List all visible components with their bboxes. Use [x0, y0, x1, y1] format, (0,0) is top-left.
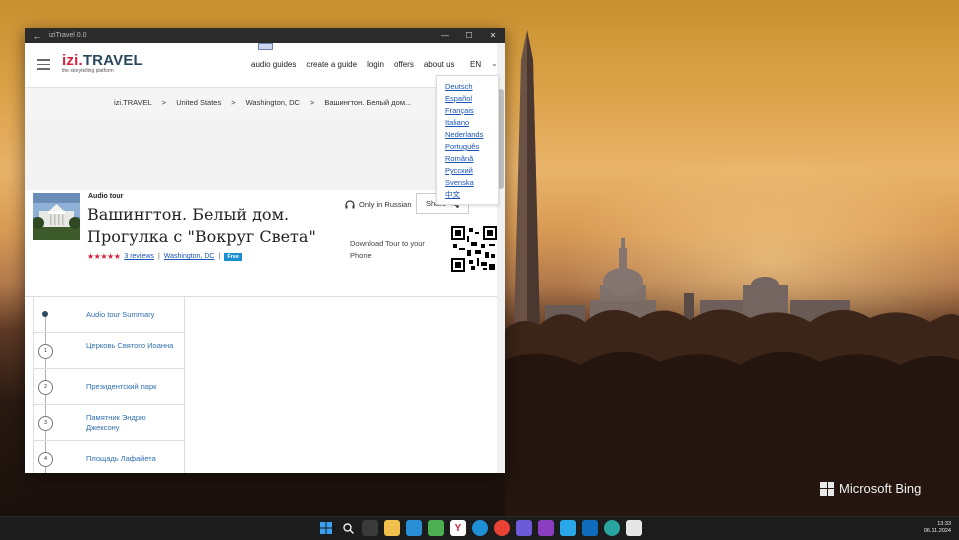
reviews-link[interactable]: 3 reviews	[124, 253, 154, 260]
task-view-icon[interactable]	[362, 520, 378, 536]
language-note-text: Only in Russian	[359, 200, 412, 209]
lang-option-svenska[interactable]: Svenska	[445, 177, 498, 189]
izi-travel-app-icon[interactable]	[626, 520, 642, 536]
list-item[interactable]: 2 Президентский парк	[34, 369, 184, 405]
outlook-icon[interactable]	[582, 520, 598, 536]
free-badge: Free	[224, 252, 242, 261]
stop-label: Церковь Святого Иоанна	[86, 341, 174, 350]
stop-label: Audio tour Summary	[86, 310, 155, 319]
tour-content: Audio tour Summary 1 Церковь Святого Иоа…	[25, 297, 497, 473]
site-header: izi.TRAVEL the storytelling platform aud…	[25, 43, 498, 87]
close-icon[interactable]: ✕	[481, 31, 505, 40]
lang-option-nederlands[interactable]: Nederlands	[445, 129, 498, 141]
maximize-icon[interactable]: ☐	[457, 31, 481, 40]
globe-app-icon[interactable]	[604, 520, 620, 536]
file-explorer-icon[interactable]	[384, 520, 400, 536]
visual-studio-icon[interactable]	[538, 520, 554, 536]
bing-logo-icon	[820, 481, 834, 496]
language-selector[interactable]: EN	[470, 60, 481, 69]
list-item[interactable]: 3 Памятник Эндрю Джексону	[34, 405, 184, 441]
yandex-browser-icon[interactable]: Y	[450, 520, 466, 536]
taskbar: Y 13:33 06.11.2024	[0, 516, 959, 540]
window-title: iziTravel 0.0	[49, 32, 87, 39]
tour-header: Audio tour Вашингтон. Белый дом. Прогулк…	[25, 190, 497, 297]
app-window: ← iziTravel 0.0 — ☐ ✕ izi.TRAVEL the sto…	[25, 28, 505, 473]
tour-type-label: Audio tour	[88, 193, 124, 200]
breadcrumb-item[interactable]: izi.TRAVEL	[114, 98, 152, 107]
stop-number: 4	[38, 452, 53, 467]
title-bar: ← iziTravel 0.0 — ☐ ✕	[25, 28, 505, 43]
main-nav: audio guides create a guide login offers…	[251, 60, 455, 69]
app-icon[interactable]	[428, 520, 444, 536]
telegram-icon[interactable]	[560, 520, 576, 536]
breadcrumb-item[interactable]: Washington, DC	[246, 98, 300, 107]
list-item[interactable]: Audio tour Summary	[34, 297, 184, 333]
logo-izi: izi	[62, 52, 79, 69]
separator: |	[157, 253, 160, 260]
stop-number: 1	[38, 344, 53, 359]
windows-start-icon[interactable]	[318, 520, 334, 536]
list-item[interactable]: 4 Площадь Лафайета	[34, 441, 184, 473]
breadcrumb-separator: >	[309, 98, 315, 107]
breadcrumb-bar: izi.TRAVEL > United States > Washington,…	[25, 87, 497, 119]
stop-number: 3	[38, 416, 53, 431]
lang-option-deutsch[interactable]: Deutsch	[445, 81, 498, 93]
rating-row: ★★★★★ 3 reviews | Washington, DC | Free	[87, 252, 242, 261]
bing-watermark-text: Microsoft Bing	[839, 481, 922, 496]
breadcrumb-item[interactable]: United States	[176, 98, 221, 107]
summary-dot	[42, 311, 48, 317]
clock-date: 06.11.2024	[923, 528, 951, 534]
minimize-icon[interactable]: —	[433, 31, 457, 40]
stop-number: 2	[38, 380, 53, 395]
back-arrow-icon[interactable]: ←	[25, 31, 49, 41]
banner-placeholder	[25, 118, 497, 190]
language-note: Only in Russian	[345, 200, 412, 209]
hamburger-menu-icon[interactable]	[37, 59, 50, 73]
lang-option-russian[interactable]: Русский	[445, 165, 498, 177]
lang-option-romana[interactable]: Română	[445, 153, 498, 165]
star-rating: ★★★★★	[87, 252, 121, 261]
nav-create-guide[interactable]: create a guide	[306, 60, 357, 69]
stop-label: Президентский парк	[86, 382, 157, 391]
stop-label: Памятник Эндрю Джексону	[86, 413, 146, 432]
lang-option-portugues[interactable]: Português	[445, 141, 498, 153]
nav-about-us[interactable]: about us	[424, 60, 455, 69]
headphones-icon	[345, 200, 355, 209]
edge-icon[interactable]	[472, 520, 488, 536]
hover-indicator	[258, 43, 273, 50]
chrome-icon[interactable]	[494, 520, 510, 536]
search-icon[interactable]	[340, 520, 356, 536]
breadcrumb-current: Вашингтон. Белый дом...	[324, 98, 412, 107]
system-clock[interactable]: 13:33 06.11.2024	[924, 521, 951, 535]
lang-option-italiano[interactable]: Italiano	[445, 117, 498, 129]
izi-travel-logo[interactable]: izi.TRAVEL the storytelling platform	[62, 52, 143, 74]
save-app-icon[interactable]	[516, 520, 532, 536]
logo-travel: TRAVEL	[82, 52, 143, 69]
stops-list: Audio tour Summary 1 Церковь Святого Иоа…	[33, 297, 185, 473]
clock-time: 13:33	[937, 521, 951, 527]
language-dropdown: Deutsch Español Français Italiano Nederl…	[436, 75, 499, 205]
list-item[interactable]: 1 Церковь Святого Иоанна	[34, 333, 184, 369]
lang-option-espanol[interactable]: Español	[445, 93, 498, 105]
notepad-icon[interactable]	[406, 520, 422, 536]
nav-audio-guides[interactable]: audio guides	[251, 60, 296, 69]
city-link[interactable]: Washington, DC	[164, 253, 215, 260]
taskbar-icons: Y	[318, 520, 642, 536]
bing-watermark: Microsoft Bing	[820, 481, 921, 496]
nav-login[interactable]: login	[367, 60, 384, 69]
separator: |	[218, 253, 221, 260]
tour-title: Вашингтон. Белый дом. Прогулка с "Вокруг…	[87, 205, 316, 246]
tour-thumbnail[interactable]	[33, 193, 80, 240]
qr-code-image	[451, 226, 497, 272]
stop-label: Площадь Лафайета	[86, 454, 156, 463]
lang-option-francais[interactable]: Français	[445, 105, 498, 117]
breadcrumb-separator: >	[161, 98, 167, 107]
nav-offers[interactable]: offers	[394, 60, 414, 69]
download-text: Download Tour to your Phone	[350, 239, 425, 260]
lang-option-chinese[interactable]: 中文	[445, 189, 498, 201]
breadcrumb: izi.TRAVEL > United States > Washington,…	[114, 98, 411, 107]
breadcrumb-separator: >	[231, 98, 236, 107]
